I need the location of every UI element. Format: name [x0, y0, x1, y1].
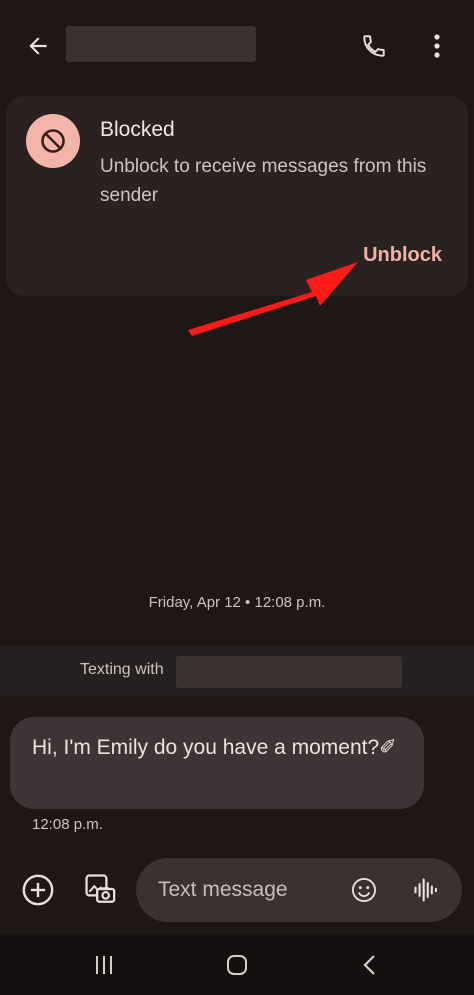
home-button[interactable]: [217, 948, 257, 982]
arrow-left-icon: [29, 37, 47, 55]
blocked-badge: [26, 114, 80, 168]
texting-with-number-redacted: [176, 656, 402, 688]
back-icon: [363, 955, 375, 975]
recent-apps-button[interactable]: [84, 948, 124, 982]
unblock-button[interactable]: Unblock: [363, 244, 442, 267]
message-bubble[interactable]: Hi, I'm Emily do you have a moment?✐: [10, 717, 424, 809]
contact-name-redacted: [66, 26, 256, 62]
blocked-description: Unblock to receive messages from this se…: [100, 156, 427, 206]
add-circle-icon: [22, 874, 54, 906]
back-button[interactable]: [18, 26, 58, 66]
more-options-button[interactable]: [420, 26, 454, 66]
recent-apps-icon: [96, 956, 112, 974]
texting-with-row: Texting with: [0, 646, 474, 696]
more-vert-icon: [434, 34, 440, 58]
message-text: Hi, I'm Emily do you have a moment?✐: [32, 736, 397, 759]
blocked-title: Blocked: [100, 118, 175, 141]
annotation-arrow: [188, 262, 358, 336]
nav-back-button[interactable]: [350, 948, 390, 982]
message-input-placeholder: Text message: [158, 878, 288, 901]
phone-icon: [363, 35, 385, 57]
message-timestamp: 12:08 p.m.: [32, 816, 103, 833]
top-app-bar: [0, 0, 474, 92]
system-nav-bar: [0, 934, 474, 995]
emoji-icon: [351, 877, 377, 903]
home-icon: [227, 955, 247, 975]
call-button[interactable]: [354, 26, 394, 66]
texting-with-label: Texting with: [80, 661, 164, 678]
voice-waveform-icon: [414, 878, 437, 902]
date-stamp: Friday, Apr 12 • 12:08 p.m.: [148, 594, 326, 611]
composer: Text message: [0, 856, 474, 930]
gallery-camera-icon: [85, 874, 116, 903]
message-input[interactable]: Text message: [136, 858, 462, 922]
gallery-button[interactable]: [80, 869, 120, 909]
voice-message-button[interactable]: [406, 870, 446, 910]
block-icon: [41, 129, 65, 153]
add-attachment-button[interactable]: [18, 870, 58, 910]
emoji-button[interactable]: [344, 870, 384, 910]
